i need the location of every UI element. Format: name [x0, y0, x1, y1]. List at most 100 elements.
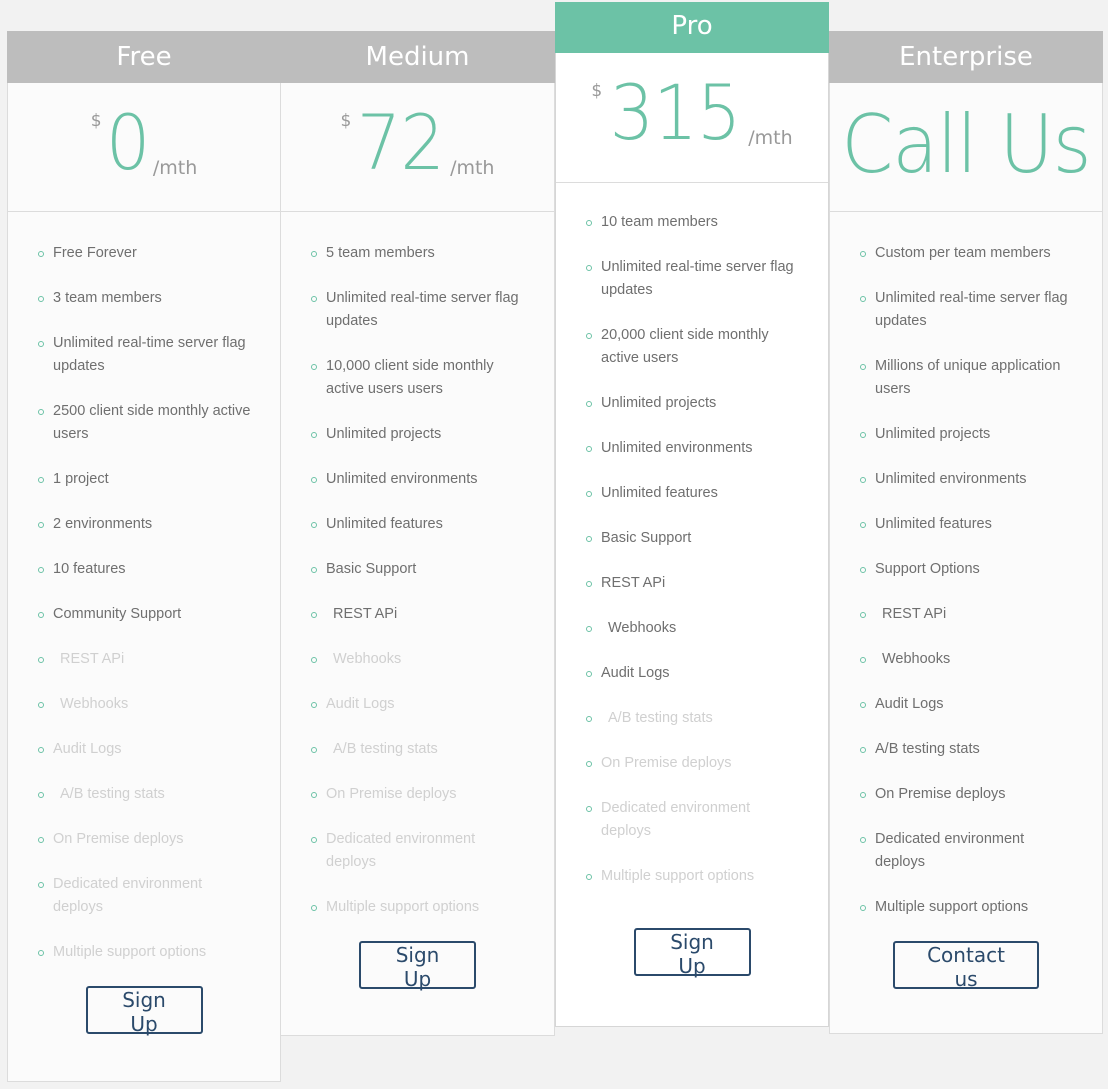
- price-call-us: Call Us: [841, 98, 1091, 191]
- feature-item: Multiple support options: [860, 896, 1075, 919]
- feature-item: Audit Logs: [586, 662, 801, 685]
- bullet-icon: [586, 671, 592, 677]
- currency-symbol: $: [90, 111, 102, 131]
- feature-label: Webhooks: [608, 620, 677, 636]
- bullet-icon: [860, 657, 866, 663]
- feature-label: Unlimited real-time server flag updates: [875, 290, 1068, 329]
- bullet-icon: [860, 612, 866, 618]
- feature-label: Unlimited features: [601, 485, 718, 501]
- feature-label: Multiple support options: [53, 944, 207, 960]
- bullet-icon: [860, 522, 866, 528]
- feature-label: REST APi: [882, 606, 947, 622]
- feature-item: 10 team members: [586, 211, 801, 234]
- feature-label: A/B testing stats: [608, 710, 713, 726]
- sign-up-button[interactable]: Sign Up: [633, 928, 751, 978]
- feature-item: Free Forever: [38, 242, 253, 265]
- bullet-icon: [38, 882, 44, 888]
- bullet-icon: [38, 792, 44, 798]
- feature-label: Webhooks: [60, 696, 129, 712]
- feature-item: Community Support: [38, 603, 253, 626]
- feature-item: 1 project: [38, 468, 253, 491]
- plan-name: Enterprise: [829, 31, 1103, 83]
- feature-item: Dedicated environment deploys: [38, 873, 253, 919]
- feature-item: Multiple support options: [586, 865, 801, 888]
- bullet-icon: [311, 837, 317, 843]
- bullet-icon: [586, 874, 592, 880]
- feature-item: Unlimited projects: [586, 392, 801, 415]
- feature-label: A/B testing stats: [875, 741, 980, 757]
- feature-label: 10 team members: [601, 214, 718, 230]
- feature-item: Unlimited environments: [311, 468, 526, 491]
- feature-item: Basic Support: [586, 527, 801, 550]
- currency-symbol: $: [340, 111, 352, 131]
- contact-us-button[interactable]: Contact us: [893, 941, 1039, 991]
- price-amount: 0: [105, 98, 149, 187]
- feature-item: Unlimited real-time server flag updates: [586, 256, 801, 302]
- feature-list: Custom per team members Unlimited real-ti…: [830, 212, 1102, 919]
- bullet-icon: [860, 432, 866, 438]
- feature-label: Unlimited projects: [875, 426, 991, 442]
- feature-item: Unlimited real-time server flag updates: [311, 287, 526, 333]
- feature-item: A/B testing stats: [311, 738, 526, 761]
- feature-label: Unlimited environments: [326, 471, 478, 487]
- feature-item: REST APi: [860, 603, 1075, 626]
- bullet-icon: [38, 409, 44, 415]
- plan-card-pro: Pro $ 315 /mth 10 team members Unlimited …: [555, 2, 829, 1027]
- feature-item: Unlimited environments: [586, 437, 801, 460]
- bullet-icon: [311, 432, 317, 438]
- feature-item: A/B testing stats: [38, 783, 253, 806]
- feature-label: Community Support: [53, 606, 182, 622]
- feature-label: Webhooks: [882, 651, 951, 667]
- sign-up-button[interactable]: Sign Up: [359, 941, 476, 991]
- bullet-icon: [311, 522, 317, 528]
- plan-name: Pro: [555, 2, 829, 53]
- feature-label: Dedicated environment deploys: [601, 800, 751, 839]
- bullet-icon: [311, 251, 317, 257]
- bullet-icon: [586, 581, 592, 587]
- feature-label: Audit Logs: [875, 696, 944, 712]
- bullet-icon: [311, 364, 317, 370]
- feature-item: 3 team members: [38, 287, 253, 310]
- bullet-icon: [38, 612, 44, 618]
- sign-up-button[interactable]: Sign Up: [85, 986, 203, 1036]
- feature-label: 20,000 client side monthly active users: [601, 327, 769, 366]
- price-block: $ 72 /mth: [281, 83, 554, 212]
- feature-item: Dedicated environment deploys: [860, 828, 1075, 874]
- feature-item: Webhooks: [38, 693, 253, 716]
- plan-card-enterprise: Enterprise Call Us Custom per team membe…: [829, 31, 1103, 1034]
- feature-label: Unlimited projects: [326, 426, 442, 442]
- feature-item: Unlimited environments: [860, 468, 1075, 491]
- plan-card-free: Free $ 0 /mth Free Forever 3 team members…: [7, 31, 281, 1082]
- feature-item: REST APi: [38, 648, 253, 671]
- feature-label: Basic Support: [601, 530, 692, 546]
- bullet-icon: [38, 296, 44, 302]
- bullet-icon: [860, 905, 866, 911]
- bullet-icon: [586, 536, 592, 542]
- feature-list: Free Forever 3 team members Unlimited real…: [8, 212, 280, 964]
- price-block: Call Us: [830, 83, 1102, 212]
- feature-item: On Premise deploys: [586, 752, 801, 775]
- feature-label: Multiple support options: [875, 899, 1029, 915]
- feature-label: Free Forever: [53, 245, 137, 261]
- bullet-icon: [38, 567, 44, 573]
- feature-label: Audit Logs: [53, 741, 122, 757]
- bullet-icon: [860, 296, 866, 302]
- bullet-icon: [38, 341, 44, 347]
- bullet-icon: [860, 747, 866, 753]
- bullet-icon: [860, 364, 866, 370]
- feature-label: Dedicated environment deploys: [326, 831, 476, 870]
- bullet-icon: [311, 296, 317, 302]
- bullet-icon: [586, 401, 592, 407]
- feature-label: Millions of unique application users: [875, 358, 1061, 397]
- price-block: $ 0 /mth: [8, 83, 280, 212]
- bullet-icon: [586, 333, 592, 339]
- feature-item: Basic Support: [311, 558, 526, 581]
- feature-item: Dedicated environment deploys: [311, 828, 526, 874]
- feature-label: 2500 client side monthly active users: [53, 403, 251, 442]
- feature-label: On Premise deploys: [53, 831, 184, 847]
- bullet-icon: [311, 477, 317, 483]
- bullet-icon: [860, 251, 866, 257]
- feature-item: Unlimited features: [311, 513, 526, 536]
- bullet-icon: [586, 626, 592, 632]
- feature-label: Unlimited features: [875, 516, 992, 532]
